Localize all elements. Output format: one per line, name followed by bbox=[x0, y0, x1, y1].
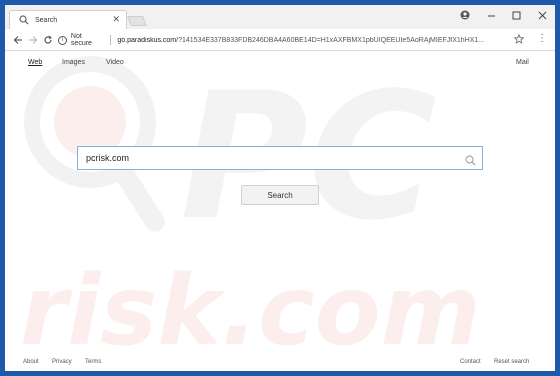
star-icon[interactable] bbox=[513, 31, 525, 49]
search-icon bbox=[18, 15, 29, 26]
security-label: Not secure bbox=[70, 33, 92, 47]
close-icon[interactable]: ✕ bbox=[112, 14, 120, 25]
nav-video[interactable]: Video bbox=[106, 59, 124, 66]
url-text[interactable]: go.paradiskus.com/?141534E337B833FDB246D… bbox=[117, 37, 508, 44]
close-window-button[interactable] bbox=[534, 8, 550, 22]
browser-tab[interactable]: Search ✕ bbox=[9, 10, 127, 29]
footer-terms[interactable]: Terms bbox=[85, 359, 101, 365]
search-box[interactable] bbox=[77, 146, 483, 170]
maximize-button[interactable] bbox=[508, 8, 524, 22]
footer-about[interactable]: About bbox=[23, 359, 39, 365]
browser-window: Search ✕ i Not secure go.paradiskus.com/… bbox=[5, 5, 555, 371]
footer-contact[interactable]: Contact bbox=[460, 359, 481, 365]
info-icon[interactable]: i bbox=[58, 35, 67, 45]
back-button[interactable] bbox=[11, 33, 25, 47]
footer-privacy[interactable]: Privacy bbox=[52, 359, 72, 365]
address-bar[interactable]: i Not secure go.paradiskus.com/?141534E3… bbox=[56, 31, 525, 49]
reload-button[interactable] bbox=[41, 33, 55, 47]
search-icon[interactable] bbox=[465, 153, 476, 171]
url-host: go.paradiskus.com bbox=[117, 36, 177, 44]
pcrisk-watermark: PC risk.com bbox=[20, 56, 481, 367]
title-bar: Search ✕ bbox=[5, 5, 555, 29]
nav-images[interactable]: Images bbox=[62, 59, 85, 66]
forward-button[interactable] bbox=[26, 33, 40, 47]
new-tab-button[interactable] bbox=[127, 16, 147, 26]
nav-web[interactable]: Web bbox=[28, 59, 42, 66]
more-menu-icon[interactable]: ⋮ bbox=[537, 33, 547, 45]
footer-reset-search[interactable]: Reset search bbox=[494, 359, 529, 365]
search-button[interactable]: Search bbox=[241, 185, 319, 205]
watermark-risk: risk.com bbox=[20, 255, 481, 367]
search-input[interactable] bbox=[86, 153, 456, 163]
account-icon[interactable] bbox=[457, 8, 473, 22]
browser-toolbar: i Not secure go.paradiskus.com/?141534E3… bbox=[5, 29, 555, 51]
nav-mail[interactable]: Mail bbox=[516, 59, 529, 66]
page-content: PC risk.com Web Images Video Mail Search… bbox=[5, 52, 555, 371]
minimize-button[interactable] bbox=[483, 8, 499, 22]
tab-title: Search bbox=[35, 16, 58, 24]
divider bbox=[110, 35, 112, 45]
url-path: /?141534E337B833FDB246DBA4A60BE14D=H1xAX… bbox=[176, 36, 485, 44]
